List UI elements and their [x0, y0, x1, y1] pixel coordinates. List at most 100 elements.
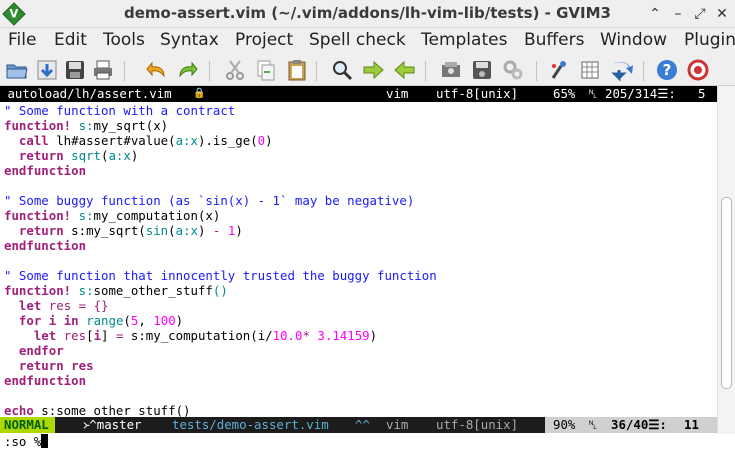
code-line[interactable]: for i in range(5, 100) [4, 313, 183, 328]
help-icon[interactable]: ? [655, 58, 679, 82]
code-token: [ [86, 328, 94, 343]
copy-icon[interactable] [254, 58, 278, 82]
text-cursor [41, 434, 49, 448]
find-help-icon[interactable] [686, 58, 710, 82]
status-file-path: tests/demo-assert.vim [172, 417, 329, 432]
buffer-info-line: autoload/lh/assert.vim 🔒 vim utf-8[unix]… [0, 86, 717, 102]
run-script-icon[interactable] [501, 58, 525, 82]
menu-spell-check[interactable]: Spell check [309, 30, 406, 50]
code-line[interactable]: " Some buggy function (as `sin(x) - 1` m… [4, 193, 414, 208]
save-session-icon[interactable] [470, 58, 494, 82]
code-line[interactable]: endfunction [4, 373, 86, 388]
make-icon[interactable] [547, 58, 571, 82]
menu-edit[interactable]: Edit [54, 30, 87, 50]
back-arrow-icon[interactable] [393, 58, 417, 82]
maximize-button[interactable]: ⤢ [691, 5, 709, 23]
code-token: a:x [175, 133, 198, 148]
status-cursor-position: 36/40☰: [611, 417, 667, 432]
code-token: s:my_computation(i/ [123, 328, 273, 343]
scrollbar-thumb[interactable] [721, 197, 732, 389]
toolbar-separator [124, 61, 125, 81]
undo-icon[interactable] [144, 58, 168, 82]
code-token: s:some_other_stuff() [33, 403, 191, 418]
modified-marker: ^^ [355, 417, 370, 432]
code-token: ] [101, 328, 116, 343]
status-line: NORMAL ᚛^master tests/demo-assert.vim ^^… [0, 417, 717, 433]
code-token: () [212, 283, 228, 298]
code-line[interactable]: endfunction [4, 163, 86, 178]
code-token: res [63, 328, 87, 343]
toolbar-separator [209, 61, 210, 81]
code-token: {} [93, 298, 109, 313]
code-token: s: [78, 283, 94, 298]
paste-icon[interactable] [285, 58, 309, 82]
menu-plugin[interactable]: Plugin [684, 30, 735, 50]
download-icon[interactable] [35, 58, 59, 82]
redo-icon[interactable] [176, 58, 200, 82]
find-replace-icon[interactable] [330, 58, 354, 82]
load-session-icon[interactable] [439, 58, 463, 82]
code-token: s:my_sqrt( [63, 223, 146, 238]
code-line[interactable]: endfunction [4, 238, 86, 253]
vertical-scrollbar[interactable] [717, 86, 735, 434]
jump-icon[interactable] [609, 58, 633, 82]
print-icon[interactable] [91, 58, 115, 82]
code-line[interactable]: let res[i] = s:my_computation(i/10.0* 3.… [4, 328, 377, 343]
code-line[interactable]: call lh#assert#value(a:x).is_ge(0) [4, 133, 273, 148]
code-line[interactable]: let res = {} [4, 298, 109, 313]
code-token: s: [78, 208, 94, 223]
editor-pane[interactable]: autoload/lh/assert.vim 🔒 vim utf-8[unix]… [0, 86, 717, 434]
code-line[interactable]: return sqrt(a:x) [4, 148, 138, 163]
status-percent: 90% [553, 417, 576, 432]
menu-syntax[interactable]: Syntax [160, 30, 219, 50]
code-line[interactable]: endfor [4, 343, 64, 358]
menu-file[interactable]: File [8, 30, 36, 50]
code-line[interactable]: function! s:some_other_stuff() [4, 283, 228, 298]
menu-buffers[interactable]: Buffers [524, 30, 584, 50]
code-token: return [18, 223, 64, 238]
code-line[interactable]: function! s:my_computation(x) [4, 208, 220, 223]
save-icon[interactable] [63, 58, 87, 82]
file-path: autoload/lh/assert.vim [0, 86, 172, 101]
cursor-column: 5 [698, 86, 706, 101]
code-token: i [93, 328, 102, 343]
code-line[interactable]: return res [4, 358, 94, 373]
close-button[interactable]: ✕ [713, 5, 731, 23]
code-line[interactable]: return s:my_sqrt(sin(a:x) - 1) [4, 223, 243, 238]
code-token: , [138, 313, 154, 328]
table-icon[interactable] [578, 58, 602, 82]
toolbar-separator [316, 61, 317, 81]
code-token: res [48, 298, 72, 313]
toolbar-separator [425, 61, 426, 81]
code-line[interactable]: function! s:my_sqrt(x) [4, 118, 168, 133]
forward-arrow-icon[interactable] [361, 58, 385, 82]
menu-templates[interactable]: Templates [421, 30, 507, 50]
code-token: res [71, 358, 94, 373]
code-token: ( [168, 223, 176, 238]
window-title: demo-assert.vim (~/.vim/addons/lh-vim-li… [124, 4, 611, 22]
code-line[interactable]: echo s:some_other_stuff() [4, 403, 191, 418]
cut-icon[interactable] [223, 58, 247, 82]
command-line[interactable]: :so % [0, 434, 735, 450]
code-token: * [302, 328, 310, 343]
code-token: function! [4, 118, 72, 133]
menu-tools[interactable]: Tools [103, 30, 145, 50]
open-folder-icon[interactable] [5, 58, 29, 82]
cursor-position: 205/314☰: [605, 86, 676, 101]
menu-window[interactable]: Window [600, 30, 667, 50]
code-line[interactable]: " Some function with a contract [4, 103, 235, 118]
menu-project[interactable]: Project [235, 30, 293, 50]
code-token: sqrt [71, 148, 101, 163]
code-line[interactable]: " Some function that innocently trusted … [4, 268, 437, 283]
window-menu-button[interactable]: ⌃ [646, 5, 664, 23]
minimize-button[interactable]: – [669, 5, 687, 23]
